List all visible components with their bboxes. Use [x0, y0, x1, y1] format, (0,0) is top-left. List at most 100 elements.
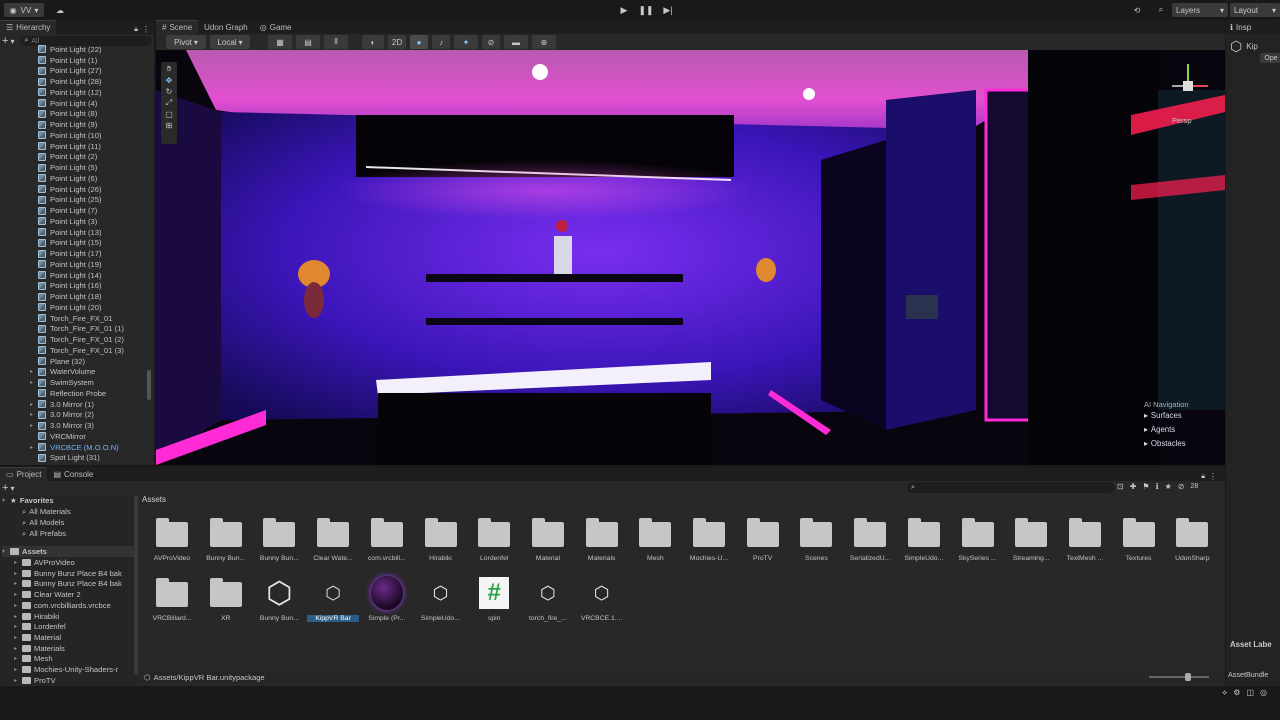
project-tree-item[interactable]: ▸ Hirabiki	[14, 611, 59, 622]
asset-folder[interactable]: AVProVideo	[146, 518, 198, 562]
debug-icon[interactable]: ⚙	[1233, 688, 1240, 698]
hidden-packages-icon[interactable]: ⊘	[1178, 482, 1185, 491]
asset-folder[interactable]: TextMesh ...	[1059, 518, 1111, 562]
project-tree-item[interactable]: ▸ com.vrcbilliards.vrcbce	[14, 600, 111, 611]
project-tree-item[interactable]: ▸ Lordenfel	[14, 621, 66, 632]
tab-hierarchy[interactable]: ☰ Hierarchy	[0, 20, 57, 34]
hierarchy-item[interactable]: Point Light (16)	[30, 281, 102, 292]
progress-icon[interactable]: ⟡	[1222, 688, 1227, 698]
layout-dropdown[interactable]: Layout ▾	[1230, 3, 1280, 17]
align-button[interactable]: ⫴	[324, 35, 348, 49]
play-button[interactable]: ▶	[614, 3, 634, 17]
project-tree-item[interactable]: ▸ AVProVideo	[14, 557, 75, 568]
hierarchy-item[interactable]: Point Light (10)	[30, 130, 102, 141]
hierarchy-item[interactable]: Point Light (6)	[30, 173, 97, 184]
chevron-right-icon[interactable]: ▸	[14, 580, 20, 587]
tab-console[interactable]: ▤ Console	[47, 467, 99, 481]
layers-dropdown[interactable]: Layers ▾	[1172, 3, 1228, 17]
project-tree-item[interactable]: ▸ Bunny Bunz Place B4 bak	[14, 578, 122, 589]
project-tree-item[interactable]: ▸ Material	[14, 632, 61, 643]
toggle-2d-button[interactable]: 2D	[388, 35, 406, 49]
asset-folder[interactable]: Streaming...	[1005, 518, 1057, 562]
audio-toggle[interactable]: ♪	[432, 35, 450, 49]
asset-folder[interactable]: Mochies-U...	[683, 518, 735, 562]
tab-project[interactable]: ▭ Project	[0, 467, 48, 481]
grid-snap-button[interactable]: ▦	[268, 35, 292, 49]
hierarchy-item[interactable]: Point Light (2)	[30, 152, 97, 163]
hierarchy-item[interactable]: Point Light (20)	[30, 302, 102, 313]
more-icon[interactable]: ⋮	[142, 25, 150, 34]
asset-script[interactable]: # spin	[468, 577, 520, 622]
asset-folder[interactable]: SerializedU...	[844, 518, 896, 562]
hierarchy-item[interactable]: Point Light (25)	[30, 195, 102, 206]
ai-nav-agents[interactable]: ▸ Agents	[1144, 425, 1224, 434]
tree-scrollbar[interactable]	[134, 495, 138, 675]
asset-folder[interactable]: SkySeries ...	[952, 518, 1004, 562]
hierarchy-item[interactable]: ▸ 3.0 Mirror (1)	[30, 399, 94, 410]
chevron-right-icon[interactable]: ▸	[30, 379, 36, 386]
chevron-right-icon[interactable]: ▸	[30, 401, 36, 408]
tab-game[interactable]: ◎ Game	[254, 20, 298, 34]
asset-folder[interactable]: XR	[200, 578, 252, 622]
transform-tool-icon[interactable]: ⊞	[166, 121, 173, 130]
more-icon[interactable]: ⋮	[1209, 472, 1217, 481]
pivot-dropdown[interactable]: Pivot ▾	[166, 35, 206, 49]
pause-button[interactable]: ❚❚	[636, 3, 656, 17]
favorite-all-prefabs[interactable]: ⌕ All Prefabs	[22, 528, 66, 539]
snap-increment-button[interactable]: ▤	[296, 35, 320, 49]
lock-icon[interactable]: 🔒︎	[1201, 473, 1205, 481]
zoom-slider[interactable]	[1149, 673, 1209, 681]
asset-folder[interactable]: Textures	[1113, 518, 1165, 562]
hierarchy-item[interactable]: Reflection Probe	[30, 388, 106, 399]
chevron-right-icon[interactable]: ▸	[30, 411, 36, 418]
chevron-right-icon[interactable]: ▸	[14, 602, 20, 609]
hierarchy-item[interactable]: Point Light (12)	[30, 87, 102, 98]
asset-folder[interactable]: Lordenfel	[468, 518, 520, 562]
chevron-right-icon[interactable]: ▸	[14, 570, 20, 577]
chevron-right-icon[interactable]: ▸	[14, 655, 20, 662]
hierarchy-item[interactable]: ▸ SwimSystem	[30, 377, 94, 388]
chevron-right-icon[interactable]: ▸	[14, 677, 20, 684]
assets-root[interactable]: ▾ Assets	[2, 546, 138, 557]
move-tool-icon[interactable]: ✥	[166, 76, 173, 85]
asset-folder[interactable]: Hirabiki	[415, 518, 467, 562]
account-button[interactable]: ◉ VV ▾	[4, 3, 44, 17]
asset-folder[interactable]: Bunny Bun...	[200, 518, 252, 562]
hierarchy-item[interactable]: Point Light (13)	[30, 227, 102, 238]
tab-udon-graph[interactable]: Udon Graph	[198, 20, 254, 34]
star-icon[interactable]: ★	[1165, 482, 1172, 491]
shading-mode-button[interactable]: ◐	[362, 35, 384, 49]
chevron-right-icon[interactable]: ▸	[14, 666, 20, 673]
breadcrumb[interactable]: Assets	[142, 495, 166, 505]
asset-folder[interactable]: VRCBillard...	[146, 578, 198, 622]
hierarchy-item[interactable]: ▸ VRCBCE (M.O.O.N)	[30, 442, 119, 453]
hierarchy-item[interactable]: Point Light (27)	[30, 66, 102, 77]
project-tree-item[interactable]: ▸ Mochies-Unity-Shaders-r	[14, 664, 118, 675]
scale-tool-icon[interactable]: ⤢	[166, 98, 172, 108]
hidden-objects-toggle[interactable]: ⊘	[482, 35, 500, 49]
step-button[interactable]: ▶|	[658, 3, 678, 17]
ai-nav-surfaces[interactable]: ▸ Surfaces	[1144, 411, 1224, 420]
tab-scene[interactable]: # Scene	[156, 20, 199, 34]
search-icon[interactable]: ⌕	[1154, 3, 1168, 17]
hierarchy-item[interactable]: Point Light (4)	[30, 98, 97, 109]
cloud-icon[interactable]: ☁	[52, 3, 68, 17]
hierarchy-item[interactable]: Plane (32)	[30, 356, 85, 367]
hierarchy-item[interactable]: Point Light (1)	[30, 55, 97, 66]
hierarchy-item[interactable]: ▸ WaterVolume	[30, 367, 95, 378]
scrollbar-thumb[interactable]	[147, 370, 151, 400]
asset-unity-small[interactable]: ⬡ SimpleUdo...	[415, 579, 467, 623]
hierarchy-item[interactable]: ▸ 3.0 Mirror (2)	[30, 410, 94, 421]
chevron-down-icon[interactable]: ▾	[10, 484, 14, 493]
asset-folder[interactable]: Material	[522, 518, 574, 562]
chevron-right-icon[interactable]: ▸	[14, 634, 20, 641]
asset-package[interactable]: ⬡ KippVR Bar	[307, 579, 360, 622]
hierarchy-item[interactable]: Point Light (22)	[30, 44, 102, 55]
hierarchy-item[interactable]: VRCMirror	[30, 431, 86, 442]
network-icon[interactable]: ◎	[1260, 688, 1267, 698]
chevron-right-icon[interactable]: ▸	[30, 368, 36, 375]
tab-inspector[interactable]: Insp	[1236, 23, 1251, 32]
hierarchy-item[interactable]: Point Light (3)	[30, 216, 97, 227]
hierarchy-item[interactable]: Point Light (7)	[30, 205, 97, 216]
hierarchy-item[interactable]: Point Light (18)	[30, 291, 102, 302]
